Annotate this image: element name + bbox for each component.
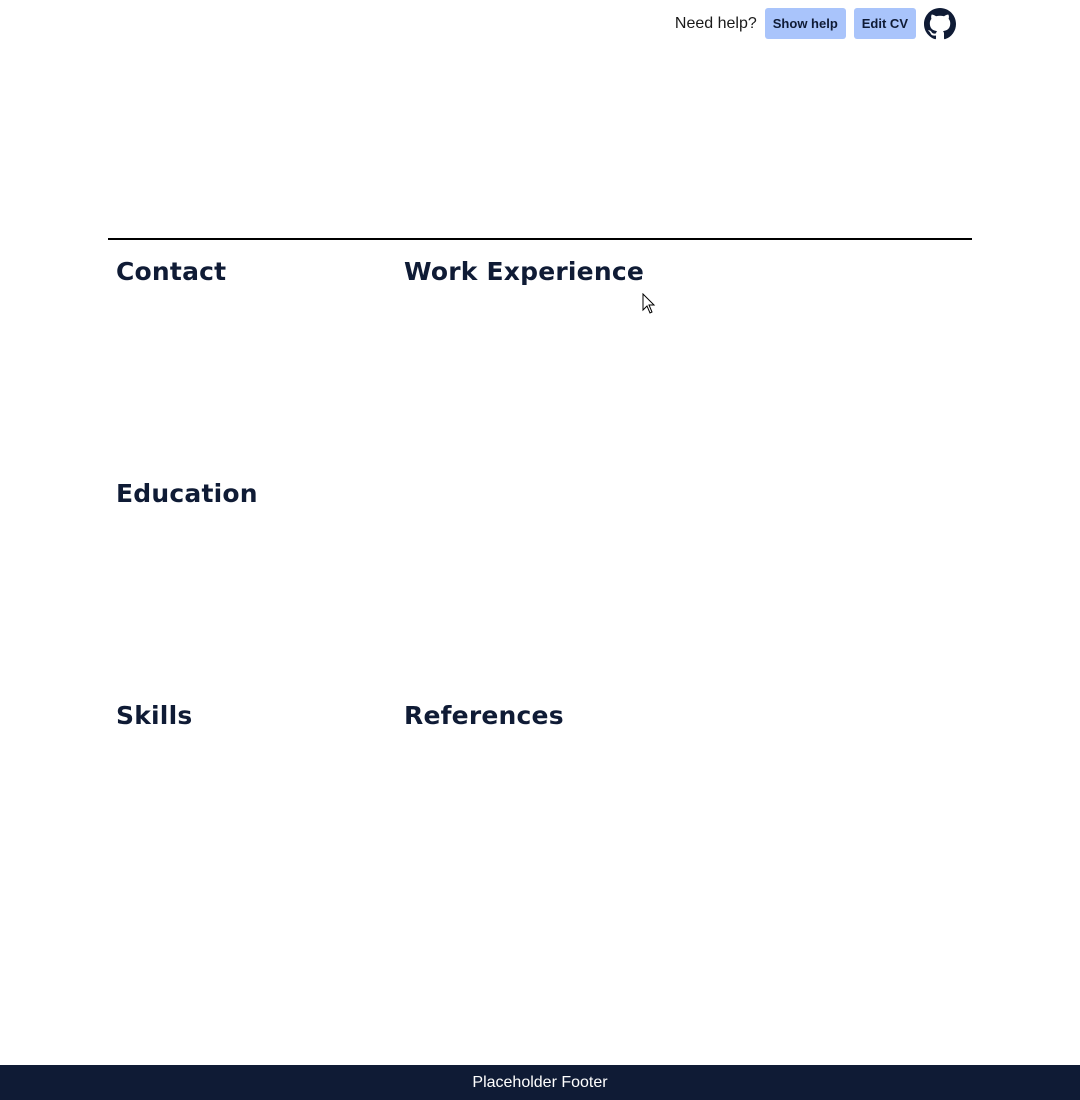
github-icon[interactable] (924, 7, 956, 40)
edit-cv-button[interactable]: Edit CV (853, 8, 916, 39)
top-toolbar: Need help? Show help Edit CV (674, 7, 956, 40)
github-logo-svg (924, 7, 956, 39)
references-heading: References (404, 701, 564, 730)
cv-page: Need help? Show help Edit CV Contact Wor… (0, 0, 1080, 1100)
header-divider (108, 238, 972, 240)
footer-text: Placeholder Footer (472, 1073, 608, 1091)
mouse-cursor-icon (642, 293, 656, 314)
page-footer: Placeholder Footer (0, 1065, 1080, 1100)
work-experience-heading: Work Experience (404, 257, 644, 286)
contact-heading: Contact (116, 257, 227, 286)
skills-heading: Skills (116, 701, 193, 730)
education-heading: Education (116, 479, 258, 508)
show-help-button[interactable]: Show help (764, 8, 846, 39)
help-prompt-text: Need help? (674, 14, 757, 32)
